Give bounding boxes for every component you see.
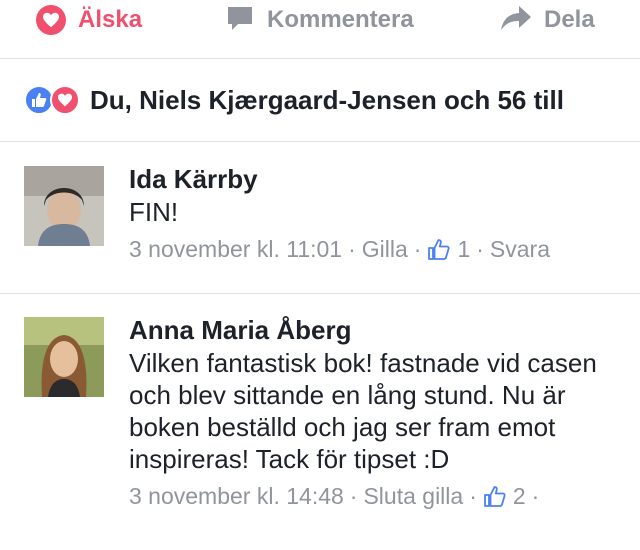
separator-dot: · (413, 236, 422, 262)
love-reaction-icon (50, 85, 80, 115)
heart-icon (36, 5, 66, 35)
comment-body: Anna Maria Åberg Vilken fantastisk bok! … (129, 315, 609, 511)
comment-button[interactable]: Kommentera (225, 2, 414, 38)
love-button-label: Älska (78, 6, 143, 33)
separator-dot: · (469, 483, 477, 509)
reactions-summary-text: Du, Niels Kjærgaard-Jensen och 56 till (90, 84, 564, 115)
separator-dot: · (476, 236, 484, 262)
like-count[interactable]: 2 (513, 481, 526, 511)
avatar[interactable] (24, 317, 104, 397)
separator-dot: · (348, 236, 356, 262)
separator-dot: · (349, 483, 358, 509)
divider (0, 293, 640, 294)
thumbs-up-icon (483, 485, 507, 507)
divider (0, 141, 640, 142)
post-action-bar: Älska Kommentera Dela (0, 0, 640, 58)
comment-text: Vilken fantastisk bok! fastnade vid case… (129, 348, 597, 474)
unlike-link[interactable]: Sluta gilla (363, 481, 463, 511)
like-link[interactable]: Gilla (362, 234, 408, 264)
thumbs-up-icon (427, 238, 451, 260)
share-button[interactable]: Dela (500, 2, 595, 38)
comment-text: FIN! (129, 197, 179, 227)
avatar[interactable] (24, 166, 104, 246)
share-button-label: Dela (544, 6, 595, 33)
like-count[interactable]: 1 (457, 234, 470, 264)
share-icon (500, 4, 532, 37)
comment-timestamp[interactable]: 3 november kl. 11:01 (129, 234, 342, 264)
reactions-summary[interactable]: Du, Niels Kjærgaard-Jensen och 56 till (24, 82, 564, 118)
comment-meta: 3 november kl. 11:01 · Gilla · 1 · Svara (129, 234, 609, 264)
comment-icon (225, 3, 255, 38)
comment-body: Ida Kärrby FIN! 3 november kl. 11:01 · G… (129, 164, 609, 264)
comment-meta: 3 november kl. 14:48 · Sluta gilla · 2 · (129, 481, 609, 511)
divider (0, 58, 640, 59)
comment-author[interactable]: Anna Maria Åberg (129, 315, 609, 345)
separator-dot: · (531, 483, 540, 509)
love-button[interactable]: Älska (36, 2, 142, 38)
comment-author[interactable]: Ida Kärrby (129, 164, 609, 194)
reply-link[interactable]: Svara (490, 234, 550, 264)
comment-button-label: Kommentera (267, 6, 414, 33)
comment-timestamp[interactable]: 3 november kl. 14:48 (129, 481, 344, 511)
